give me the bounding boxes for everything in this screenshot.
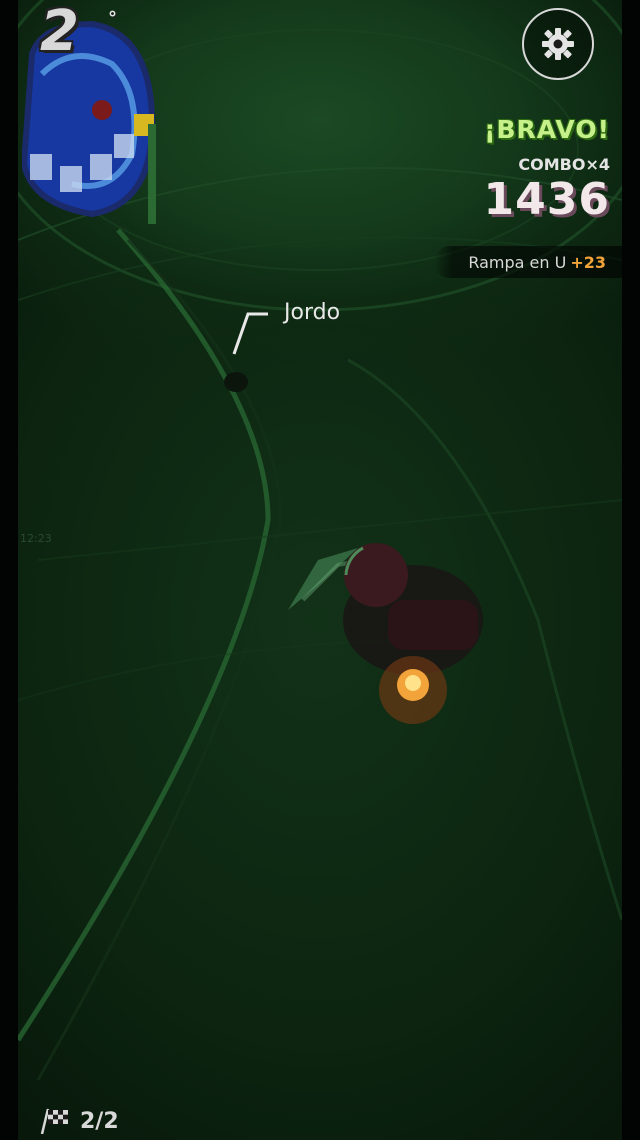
rival-pointer-icon [232, 312, 268, 355]
settings-button[interactable] [522, 8, 594, 80]
right-letterbox [622, 0, 640, 1140]
combo-praise: ¡BRAVO! [484, 115, 610, 144]
left-letterbox [0, 0, 18, 1140]
race-position: 2 [40, 0, 79, 64]
timer-partial: 12:23 [20, 532, 52, 545]
score-counter: 1436 [483, 174, 610, 225]
lap-count: 2/2 [80, 1108, 119, 1134]
player-kart [343, 543, 483, 724]
rival-name-tag: Jordo [284, 300, 341, 325]
trick-points: +23 [570, 252, 606, 272]
lap-counter: 2/2 [40, 1108, 119, 1134]
trick-name: Rampa en U [468, 252, 567, 272]
race-position-suffix: ° [108, 8, 117, 29]
trick-notification: Rampa en U +23 [434, 246, 622, 278]
combo-multiplier: COMBO×4 [518, 155, 610, 174]
gear-icon [542, 28, 574, 60]
checkered-flag-icon [40, 1108, 68, 1134]
